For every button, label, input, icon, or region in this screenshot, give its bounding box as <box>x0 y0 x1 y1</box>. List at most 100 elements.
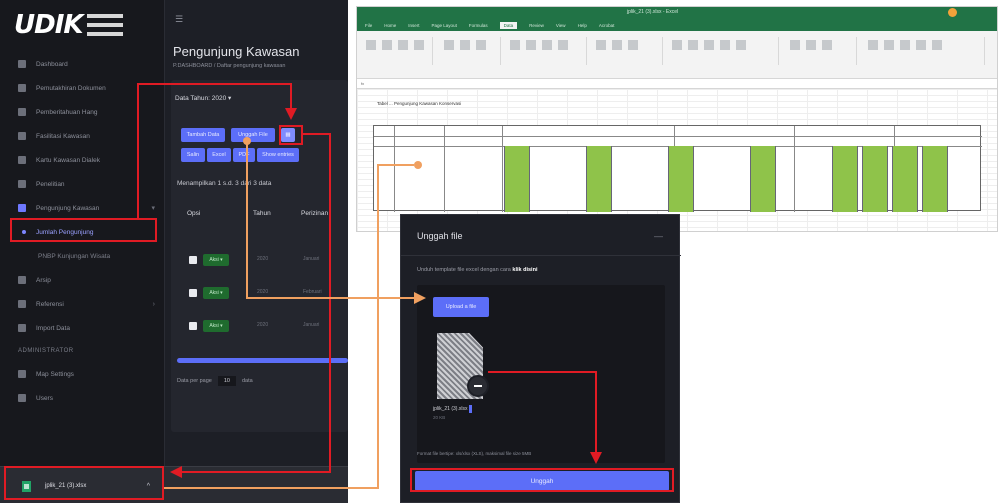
upload-a-file-button[interactable]: Upload a file <box>433 297 489 317</box>
sheet-table <box>373 125 982 212</box>
ribbon-group[interactable] <box>507 37 587 65</box>
excel-ribbon-tabs: File Home Insert Page Layout Formulas Da… <box>357 19 997 31</box>
sidebar-item-pemutakhiran[interactable]: Pemutakhiran Dokumen <box>0 76 165 100</box>
ribbon-group[interactable] <box>441 37 501 65</box>
tab-home[interactable]: Home <box>384 23 396 28</box>
sidebar-item-dashboard[interactable]: Dashboard <box>0 52 165 76</box>
tab-view[interactable]: View <box>556 23 566 28</box>
table-horizontal-scrollbar[interactable] <box>177 358 348 363</box>
formula-bar[interactable]: fx <box>357 79 997 89</box>
per-page-suffix: data <box>241 378 253 384</box>
highlight-box-jumlah-pengunjung <box>10 218 157 242</box>
sidebar-subitem-pnbp[interactable]: PNBP Kunjungan Wisata <box>0 244 165 268</box>
green-cell-column <box>922 146 948 212</box>
sidebar-item-users[interactable]: Users <box>0 386 165 410</box>
pdf-export-button[interactable]: PDF <box>233 148 255 162</box>
tab-insert[interactable]: Insert <box>408 23 419 28</box>
sheet-table-title: Tabel ... Pengunjung Kawasan Konservasi <box>377 101 462 106</box>
sidebar-item-arsip[interactable]: Arsip <box>0 268 165 292</box>
row-checkbox[interactable] <box>189 322 197 330</box>
chevron-down-icon: ▾ <box>151 205 155 212</box>
sidebar-item-map-settings[interactable]: Map Settings <box>0 362 165 386</box>
sidebar-item-pemberitahuan[interactable]: Pemberitahuan Hang <box>0 100 165 124</box>
chevron-right-icon: › <box>152 300 155 308</box>
column-header-opsi[interactable]: Opsi <box>187 210 200 217</box>
sidebar-item-label: PNBP Kunjungan Wisata <box>38 252 111 260</box>
green-cell-column <box>832 146 858 212</box>
sidebar-item-label: Arsip <box>36 276 51 284</box>
sidebar-item-label: Pengunjung Kawasan <box>36 204 100 212</box>
excel-window: jplik_21 (3).xlsx - Excel File Home Inse… <box>356 6 998 232</box>
per-page-select[interactable]: 10 <box>217 376 236 386</box>
avatar[interactable] <box>948 8 957 17</box>
tab-data[interactable]: Data <box>499 21 518 29</box>
row-action-dropdown[interactable]: Aksi ▾ <box>203 254 229 266</box>
table-row: Aksi ▾ 2020 Januari <box>189 254 348 268</box>
sidebar-item-penelitian[interactable]: Penelitian <box>0 172 165 196</box>
year-filter-value: 2020 <box>211 95 227 102</box>
tab-file[interactable]: File <box>365 23 372 28</box>
text-caret <box>469 405 473 413</box>
excel-titlebar: jplik_21 (3).xlsx - Excel <box>357 7 997 19</box>
row-checkbox[interactable] <box>189 256 197 264</box>
ribbon-group[interactable] <box>363 37 433 65</box>
app-logo[interactable]: UDIK <box>14 10 134 40</box>
showing-text: Menampilkan 1 s.d. 3 dari 3 data <box>177 180 272 187</box>
column-header-perizinan[interactable]: Perizinan <box>301 210 328 217</box>
per-page-control: Data per page 10 data <box>177 376 253 386</box>
cell-value: Februari <box>303 289 322 295</box>
excel-export-button[interactable]: Excel <box>207 148 231 162</box>
per-page-label: Data per page <box>177 378 212 384</box>
upload-file-button[interactable]: Unggah File <box>231 128 275 142</box>
sidebar-item-label: Fasilitasi Kawasan <box>36 132 90 140</box>
remove-file-icon[interactable] <box>467 375 489 397</box>
sidebar-item-import[interactable]: Import Data <box>0 316 165 340</box>
excel-ribbon <box>357 31 997 79</box>
add-data-button[interactable]: Tambah Data <box>181 128 225 142</box>
bell-icon <box>18 108 26 116</box>
close-icon[interactable]: — <box>654 231 663 241</box>
show-entries-button[interactable]: Show entries <box>257 148 299 162</box>
sidebar-item-label: Users <box>36 394 53 402</box>
ribbon-group[interactable] <box>669 37 779 65</box>
building-icon <box>18 132 26 140</box>
sidebar-item-label: Map Settings <box>36 370 74 378</box>
highlight-box-import-button <box>279 125 303 145</box>
row-checkbox[interactable] <box>189 289 197 297</box>
tab-help[interactable]: Help <box>578 23 587 28</box>
sidebar-item-referensi[interactable]: Referensi › <box>0 292 165 316</box>
logo-text: UDIK <box>14 10 84 40</box>
tab-review[interactable]: Review <box>529 23 544 28</box>
row-action-dropdown[interactable]: Aksi ▾ <box>203 287 229 299</box>
ribbon-group[interactable] <box>865 37 985 65</box>
green-cell-column <box>504 146 530 212</box>
sidebar-section-title: ADMINISTRATOR <box>18 348 74 354</box>
research-icon <box>18 180 26 188</box>
app-window: UDIK Dashboard Pemutakhiran Dokumen Pemb… <box>0 0 348 503</box>
tab-page-layout[interactable]: Page Layout <box>432 23 457 28</box>
column-header-tahun[interactable]: Tahun <box>253 210 271 217</box>
template-download-link[interactable]: klik disini <box>512 267 537 273</box>
row-action-dropdown[interactable]: Aksi ▾ <box>203 320 229 332</box>
tab-acrobat[interactable]: Acrobat <box>599 23 615 28</box>
cell-tahun: 2020 <box>257 289 269 295</box>
green-cell-column <box>750 146 776 212</box>
sidebar-item-pengunjung[interactable]: Pengunjung Kawasan ▾ <box>0 196 165 220</box>
green-cell-column <box>668 146 694 212</box>
year-filter[interactable]: Data Tahun: 2020 ▾ <box>175 94 231 102</box>
breadcrumb: P.DASHBOARD / Daftar pengunjung kawasan <box>173 63 286 69</box>
sidebar: UDIK Dashboard Pemutakhiran Dokumen Pemb… <box>0 0 165 503</box>
copy-button[interactable]: Salin <box>181 148 205 162</box>
sidebar-item-kartu[interactable]: Kartu Kawasan Dialek <box>0 148 165 172</box>
tab-formulas[interactable]: Formulas <box>469 23 488 28</box>
green-cell-column <box>862 146 888 212</box>
format-note: Format file bertipe: xls/xlsx (XLS), mak… <box>417 451 532 456</box>
hint-text: Unduh template file excel dengan cara <box>417 267 511 273</box>
sidebar-item-label: Dashboard <box>36 60 68 68</box>
ribbon-group[interactable] <box>787 37 857 65</box>
sidebar-item-fasilitasi[interactable]: Fasilitasi Kawasan <box>0 124 165 148</box>
sidebar-item-label: Kartu Kawasan Dialek <box>36 156 100 164</box>
table-row: Aksi ▾ 2020 Februari <box>189 287 348 301</box>
ribbon-group[interactable] <box>593 37 663 65</box>
users-icon <box>18 394 26 402</box>
